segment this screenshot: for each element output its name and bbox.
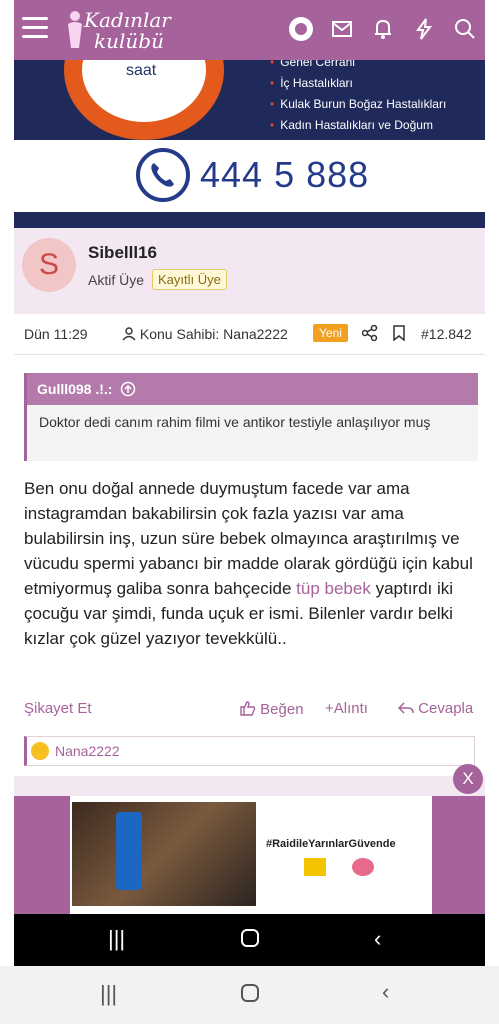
insecticide-can-image: [116, 812, 142, 890]
phone-icon: [136, 148, 190, 202]
ad-department-item: İç Hastalıkları: [270, 73, 446, 94]
logo-figure-icon: [68, 11, 82, 48]
like-button[interactable]: Beğen: [240, 700, 304, 718]
home-icon[interactable]: [240, 928, 260, 954]
heart-eyes-emoji-icon: [31, 742, 49, 760]
post-actions: Şikayet Et Beğen +Alıntı Cevapla: [14, 700, 485, 724]
quote-label: Alıntı: [333, 700, 368, 717]
quote-button[interactable]: +Alıntı: [325, 700, 368, 717]
post-inline-link[interactable]: tüp bebek: [296, 579, 371, 598]
system-nav-bar: ||| ‹: [0, 966, 499, 1024]
recent-apps-icon[interactable]: |||: [108, 926, 125, 952]
lightning-icon[interactable]: [411, 16, 437, 42]
ad-department-item: Kulak Burun Boğaz Hastalıkları: [270, 94, 446, 115]
post-author-panel: S Sibelll16 Aktif Üye Kayıtlı Üye: [14, 228, 485, 314]
ad-department-list: Genel Cerrahi İç Hastalıkları Kulak Buru…: [270, 60, 446, 136]
ad-photo: [72, 802, 256, 906]
thread-owner-label: Konu Sahibi: Nana2222: [139, 326, 288, 342]
back-icon[interactable]: ‹: [374, 926, 381, 952]
quote-text: Doktor dedi canım rahim filmi ve antikor…: [39, 414, 431, 430]
post-content: Ben onu doğal annede duymuştum facede va…: [24, 476, 476, 651]
close-ad-button[interactable]: X: [453, 764, 483, 794]
quote-author: Gulll098 .!.:: [37, 381, 113, 397]
mail-icon[interactable]: [329, 16, 355, 42]
ad-phone-area[interactable]: 444 5 888: [14, 140, 485, 212]
avatar[interactable]: S: [22, 238, 76, 292]
search-icon[interactable]: [452, 16, 478, 42]
reply-label: Cevapla: [418, 700, 474, 717]
like-label: Beğen: [260, 701, 304, 718]
logo-line-2: kulübü: [94, 29, 164, 53]
thread-owner: Konu Sahibi: Nana2222: [122, 326, 288, 342]
reactions-bar[interactable]: Nana2222: [24, 736, 475, 766]
brand-logo-icon: [352, 858, 374, 876]
ad-department-item: Kadın Hastalıkları ve Doğum: [270, 115, 446, 136]
post-time[interactable]: Dün 11:29: [24, 326, 88, 342]
back-icon[interactable]: ‹: [382, 979, 389, 1005]
quote-block: Gulll098 .!.: Doktor dedi canım rahim fi…: [24, 373, 478, 461]
logo-text: Kadınlar kulübü: [84, 10, 171, 52]
ad-saat-text: saat: [126, 62, 157, 79]
recent-apps-icon[interactable]: |||: [100, 981, 117, 1007]
ad-department-item: Genel Cerrahi: [270, 60, 446, 73]
reaction-user[interactable]: Nana2222: [55, 743, 120, 759]
logo-line-1: Kadınlar: [84, 8, 171, 32]
arrow-up-circle-icon[interactable]: [120, 381, 136, 397]
ad-hashtag: #RaidileYarınlarGüvende: [266, 838, 396, 850]
user-badge: Kayıtlı Üye: [152, 269, 227, 290]
post-username[interactable]: Sibelll16: [88, 243, 157, 263]
bookmark-icon[interactable]: [392, 325, 406, 344]
new-badge: Yeni: [313, 324, 348, 342]
post-meta-bar: Dün 11:29 Konu Sahibi: Nana2222 Yeni #12…: [14, 314, 485, 355]
bottom-ad-banner[interactable]: #RaidileYarınlarGüvende: [14, 796, 485, 914]
post-number[interactable]: #12.842: [421, 326, 472, 342]
reply-icon: [397, 702, 414, 714]
user-role: Aktif Üye: [88, 272, 145, 288]
hospital-ad-banner[interactable]: saat Genel Cerrahi İç Hastalıkları Kulak…: [14, 60, 485, 140]
menu-icon[interactable]: [22, 17, 48, 39]
report-button[interactable]: Şikayet Et: [24, 700, 92, 717]
reply-button[interactable]: Cevapla: [397, 700, 474, 717]
inner-nav-bar: ||| ‹: [14, 914, 485, 966]
ad-phone-number: 444 5 888: [200, 154, 370, 195]
site-header: Kadınlar kulübü: [14, 0, 485, 60]
bell-icon[interactable]: [370, 16, 396, 42]
avatar-icon[interactable]: [288, 16, 314, 42]
quote-header[interactable]: Gulll098 .!.:: [27, 373, 478, 405]
raid-logo-icon: [304, 858, 326, 876]
thumbs-up-icon: [240, 701, 256, 716]
plus-icon: +: [325, 700, 334, 717]
ad-bottom-stripe: [14, 212, 485, 228]
ad-creative[interactable]: #RaidileYarınlarGüvende: [70, 796, 432, 914]
share-icon[interactable]: [361, 324, 378, 344]
site-logo[interactable]: Kadınlar kulübü: [64, 6, 184, 54]
screen: Kadınlar kulübü saat Genel Cerrahi İç Ha…: [14, 0, 485, 966]
user-icon: [122, 327, 136, 341]
home-icon[interactable]: [240, 983, 260, 1009]
